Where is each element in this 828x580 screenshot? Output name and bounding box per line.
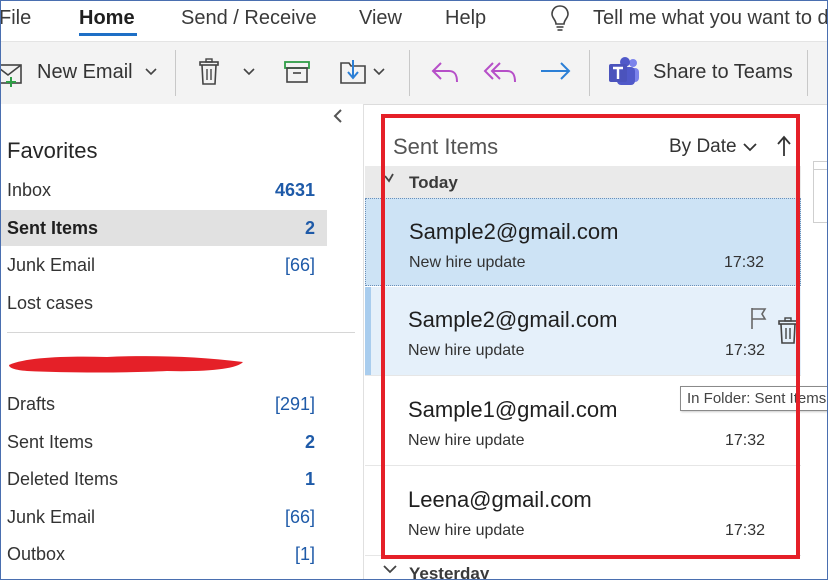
sort-by-button[interactable]: By Date (669, 136, 757, 158)
delete-button[interactable] (197, 52, 255, 92)
folder-item[interactable]: Junk Email [66] (1, 499, 327, 535)
share-to-teams-button[interactable]: Share to Teams (607, 52, 793, 92)
folder-count: [291] (274, 394, 315, 414)
collapse-pane-icon[interactable] (333, 109, 343, 123)
message-sender: Sample1@gmail.com (408, 397, 618, 422)
group-header-today[interactable]: Today (365, 166, 801, 198)
reading-pane-edge (813, 161, 827, 223)
group-label: Today (409, 173, 458, 192)
delete-message-icon[interactable] (777, 317, 799, 345)
archive-button[interactable] (283, 52, 311, 92)
message-item[interactable]: Leena@gmail.com New hire update 17:32 (365, 467, 801, 556)
new-email-label: New Email (37, 60, 133, 83)
hover-accent (365, 287, 371, 375)
folder-label: Junk Email (7, 506, 96, 527)
outlook-window: File Home Send / Receive View Help Tell … (0, 0, 828, 580)
message-subject: New hire update (408, 522, 525, 539)
menu-send-receive[interactable]: Send / Receive (181, 7, 317, 30)
message-time: 17:32 (723, 254, 764, 271)
favorites-heading[interactable]: Favorites (7, 138, 97, 164)
ribbon-toolbar: New Email Share to Teams (1, 41, 827, 105)
folder-label: Sent Items (7, 217, 99, 238)
new-email-dropdown-icon[interactable] (145, 67, 157, 77)
folder-count: [1] (294, 544, 315, 564)
folder-label: Inbox (7, 180, 52, 200)
folder-count: 1 (304, 469, 315, 489)
lightbulb-icon[interactable] (549, 3, 571, 33)
message-sender: Sample2@gmail.com (409, 219, 619, 244)
delete-icon (197, 57, 221, 87)
flag-icon[interactable] (749, 306, 769, 330)
reply-button[interactable] (429, 52, 461, 92)
folder-item[interactable]: Junk Email [66] (1, 247, 327, 283)
folder-count: 4631 (274, 180, 315, 200)
chevron-down-icon (383, 563, 397, 575)
folder-item[interactable]: Sent Items 2 (1, 209, 327, 246)
folder-label: Sent Items (7, 431, 94, 452)
folder-label: Drafts (7, 394, 56, 414)
active-tab-indicator (79, 33, 137, 36)
menu-file[interactable]: File (1, 7, 31, 30)
message-sender: Leena@gmail.com (408, 487, 592, 512)
reply-all-button[interactable] (483, 52, 519, 92)
folder-count: 2 (304, 431, 315, 452)
folder-item[interactable]: Outbox [1] (1, 536, 327, 572)
forward-icon (539, 58, 573, 86)
forward-button[interactable] (539, 52, 573, 92)
menu-home[interactable]: Home (79, 7, 135, 30)
folder-item[interactable]: Inbox 4631 (1, 172, 327, 208)
message-subject: New hire update (408, 432, 525, 449)
section-divider (7, 332, 355, 333)
menu-view[interactable]: View (359, 7, 402, 30)
reply-all-icon (483, 58, 519, 86)
message-item[interactable]: Sample2@gmail.com New hire update 17:32 (365, 198, 801, 286)
archive-icon (283, 59, 311, 85)
folder-item[interactable]: Deleted Items 1 (1, 461, 327, 497)
message-item[interactable]: Sample2@gmail.com New hire update 17:32 (365, 287, 801, 376)
folder-count: [66] (284, 255, 315, 275)
message-time: 17:32 (724, 432, 765, 449)
move-icon (339, 58, 369, 86)
chevron-down-icon (742, 142, 757, 152)
pane-separator (363, 104, 364, 579)
folder-label: Deleted Items (7, 469, 119, 489)
message-sender: Sample2@gmail.com (408, 307, 618, 332)
message-subject: New hire update (409, 254, 526, 271)
folder-item[interactable]: Lost cases (1, 285, 327, 321)
group-header-yesterday[interactable]: Yesterday (365, 557, 801, 580)
new-email-icon (1, 57, 29, 87)
message-time: 17:32 (724, 342, 765, 359)
new-email-button[interactable]: New Email (1, 52, 157, 92)
reading-pane-divider (813, 169, 827, 170)
sort-by-label: By Date (669, 136, 737, 157)
menu-help[interactable]: Help (445, 7, 486, 30)
folder-label: Outbox (7, 544, 66, 564)
folder-item[interactable]: Drafts [291] (1, 386, 327, 422)
move-dropdown-icon[interactable] (373, 67, 385, 77)
reply-icon (429, 58, 461, 86)
folder-tooltip: In Folder: Sent Items (680, 386, 827, 411)
message-list-title: Sent Items (393, 134, 499, 159)
folder-item[interactable]: Sent Items 2 (1, 424, 327, 460)
sort-direction-icon[interactable] (777, 135, 791, 157)
folder-count: 2 (304, 217, 315, 238)
move-button[interactable] (339, 52, 385, 92)
group-label: Yesterday (409, 564, 490, 580)
message-subject: New hire update (408, 342, 525, 359)
delete-dropdown-icon[interactable] (243, 67, 255, 77)
teams-icon (607, 56, 641, 88)
message-time: 17:32 (724, 522, 765, 539)
folder-label: Junk Email (7, 255, 96, 275)
tell-me-search[interactable]: Tell me what you want to d (593, 7, 827, 30)
redacted-account-name (7, 353, 245, 375)
menu-bar: File Home Send / Receive View Help Tell … (1, 1, 827, 37)
folder-label: Lost cases (7, 292, 94, 313)
share-to-teams-label: Share to Teams (653, 60, 793, 83)
folder-count: [66] (284, 506, 315, 527)
check-icon (383, 172, 395, 184)
